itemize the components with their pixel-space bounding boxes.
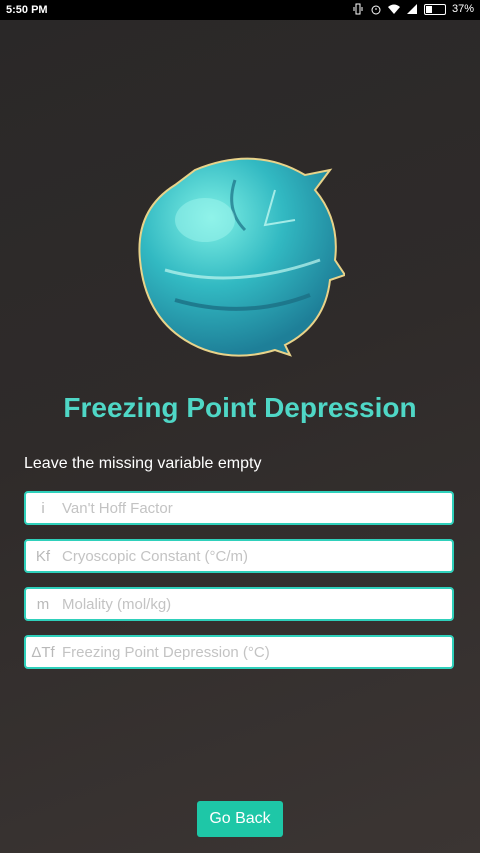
vibrate-icon — [353, 3, 363, 15]
status-bar: 5:50 PM 37% — [0, 0, 480, 20]
field-prefix: m — [36, 595, 50, 613]
instruction-text: Leave the missing variable empty — [24, 455, 262, 472]
wifi-icon — [387, 4, 400, 14]
freezing-point-depression-field[interactable]: ΔTf — [24, 635, 454, 669]
field-prefix: Kf — [35, 547, 51, 565]
vant-hoff-field[interactable]: i — [24, 491, 454, 525]
status-time: 5:50 PM — [6, 4, 48, 16]
field-prefix: i — [41, 499, 45, 517]
battery-icon — [423, 3, 446, 15]
freezing-point-depression-input[interactable] — [60, 637, 452, 667]
molality-field[interactable]: m — [24, 587, 454, 621]
go-back-button[interactable]: Go Back — [197, 801, 283, 837]
vant-hoff-input[interactable] — [60, 493, 452, 523]
ice-ball-icon — [138, 157, 345, 357]
cryoscopic-constant-field[interactable]: Kf — [24, 539, 454, 573]
status-icons: 37% — [352, 3, 474, 15]
battery-percent: 37% — [451, 3, 474, 15]
cryoscopic-constant-input[interactable] — [60, 541, 452, 571]
field-prefix: ΔTf — [31, 643, 55, 661]
page-title: Freezing Point Depression — [63, 392, 417, 423]
alarm-icon — [371, 5, 381, 15]
signal-icon — [406, 4, 417, 14]
molality-input[interactable] — [60, 589, 452, 619]
